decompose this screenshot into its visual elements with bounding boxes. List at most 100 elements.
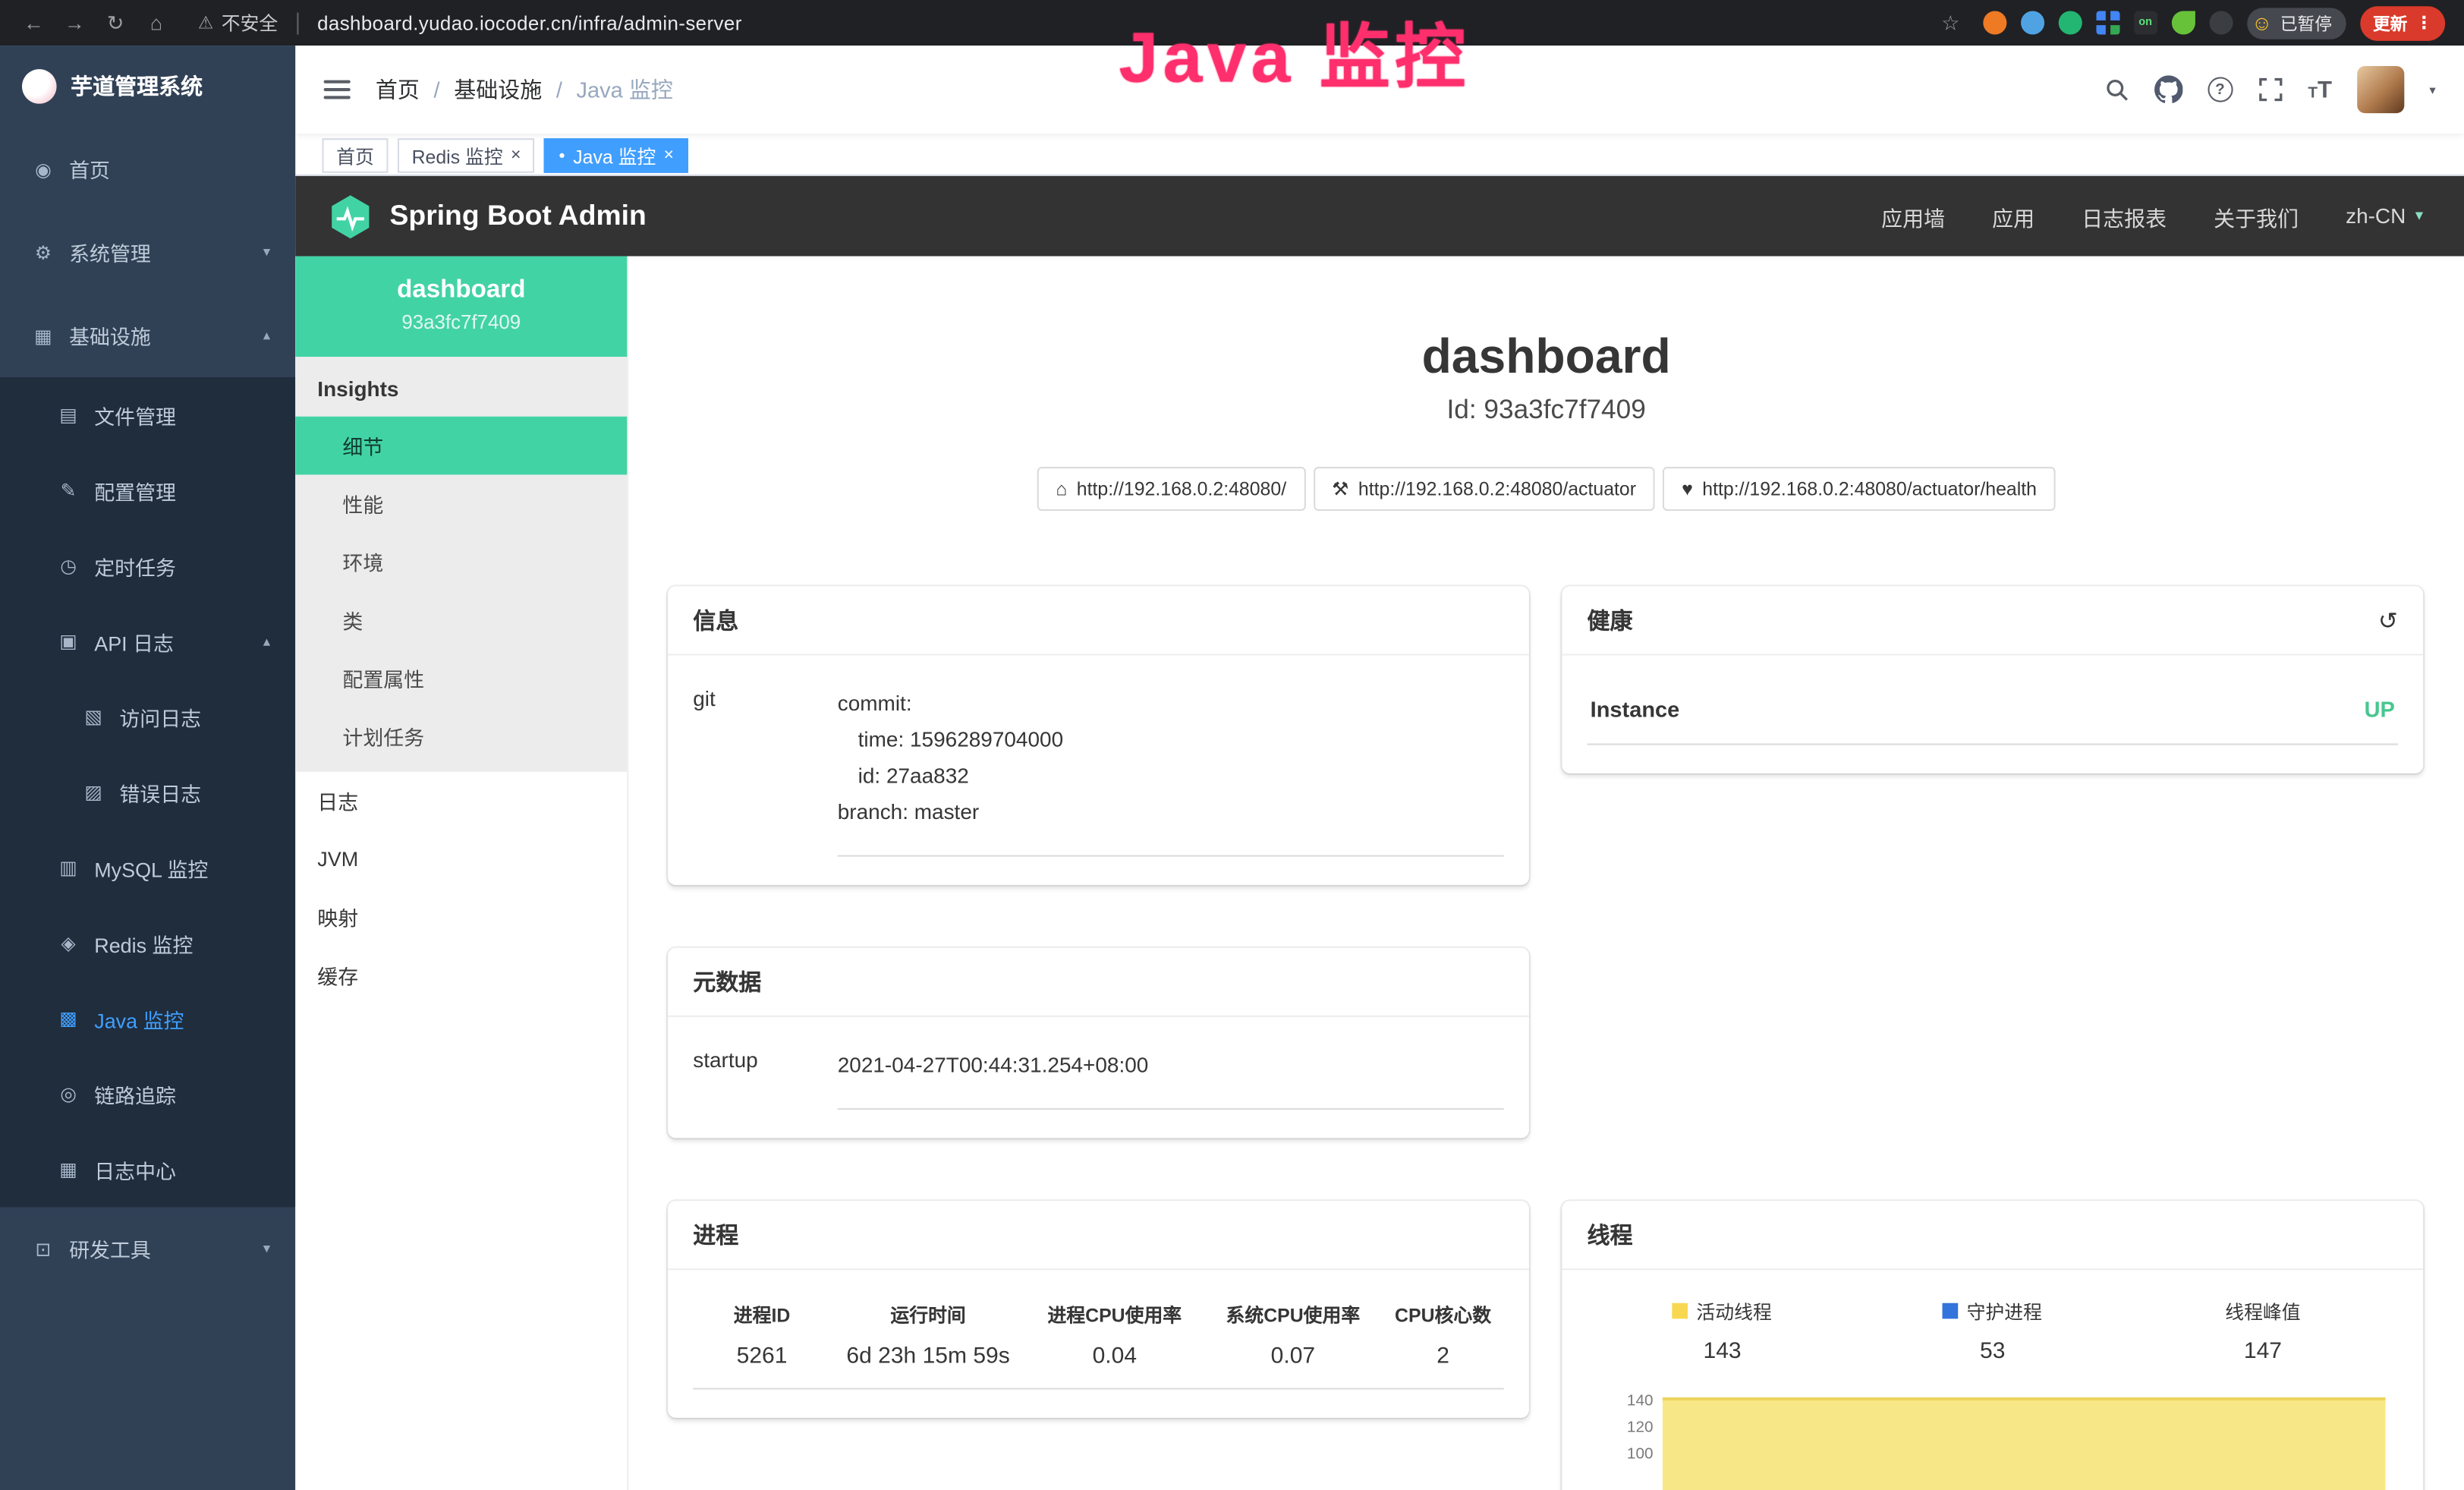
gear-icon: ⚙ bbox=[31, 241, 55, 263]
sidebar-item-redis-monitor[interactable]: ◈ Redis 监控 bbox=[0, 906, 295, 981]
sba-item-logs[interactable]: 日志 bbox=[295, 772, 627, 830]
edit-icon: ✎ bbox=[57, 480, 80, 502]
chevron-down-icon: ▾ bbox=[263, 1240, 270, 1258]
link-label: http://192.168.0.2:48080/actuator/health bbox=[1702, 478, 2037, 500]
bookmark-star-icon[interactable]: ☆ bbox=[1933, 10, 1969, 35]
menu-label: 链路追踪 bbox=[94, 1079, 176, 1109]
browser-home-icon[interactable]: ⌂ bbox=[138, 11, 175, 34]
sba-item-jvm[interactable]: JVM bbox=[295, 830, 627, 888]
card-header: 进程 bbox=[668, 1200, 1529, 1269]
paused-label: 已暂停 bbox=[2280, 10, 2332, 35]
hamburger-icon[interactable] bbox=[324, 80, 351, 99]
font-size-icon[interactable]: TT bbox=[2308, 76, 2332, 102]
back-icon[interactable]: ← bbox=[16, 11, 52, 34]
extension-icon[interactable] bbox=[2020, 11, 2044, 34]
sidebar-item-mysql-monitor[interactable]: ▥ MySQL 监控 bbox=[0, 830, 295, 905]
reload-icon[interactable]: ↻ bbox=[97, 10, 134, 35]
process-value: 0.07 bbox=[1204, 1331, 1382, 1388]
sba-item-config-props[interactable]: 配置属性 bbox=[295, 649, 627, 707]
extension-icon[interactable] bbox=[1983, 11, 2006, 34]
extension-icon[interactable]: on bbox=[2134, 11, 2157, 34]
history-icon[interactable]: ↺ bbox=[2378, 606, 2398, 634]
sba-instance-header[interactable]: dashboard 93a3fc7f7409 bbox=[295, 257, 627, 358]
tab-redis-monitor[interactable]: Redis 监控 × bbox=[398, 138, 535, 173]
close-icon[interactable]: × bbox=[511, 146, 521, 165]
breadcrumb-home[interactable]: 首页 bbox=[376, 74, 420, 105]
sidebar-item-log-center[interactable]: ▦ 日志中心 bbox=[0, 1132, 295, 1207]
sidebar-item-api-log[interactable]: ▣ API 日志 ▴ bbox=[0, 603, 295, 679]
info-key: git bbox=[693, 687, 838, 856]
chevron-down-icon[interactable]: ▾ bbox=[2429, 83, 2435, 97]
sidebar-item-java-monitor[interactable]: ▩ Java 监控 bbox=[0, 981, 295, 1056]
mysql-icon: ▥ bbox=[57, 857, 80, 879]
card-title: 信息 bbox=[693, 603, 738, 636]
menu-label: 基础设施 bbox=[69, 320, 151, 350]
extension-icon[interactable] bbox=[2096, 11, 2119, 34]
breadcrumb-infrastructure[interactable]: 基础设施 bbox=[454, 74, 542, 105]
sba-item-details[interactable]: 细节 bbox=[295, 417, 627, 475]
sba-nav-about[interactable]: 关于我们 bbox=[2214, 200, 2299, 232]
metadata-card: 元数据 startup 2021-04-27T00:44:31.254+08:0… bbox=[668, 947, 1529, 1137]
sidebar-item-system-manage[interactable]: ⚙ 系统管理 ▾ bbox=[0, 210, 295, 294]
actuator-url-link[interactable]: ⚒ http://192.168.0.2:48080/actuator bbox=[1313, 467, 1655, 511]
menu-label: 首页 bbox=[69, 154, 110, 184]
sba-nav-journal[interactable]: 日志报表 bbox=[2082, 200, 2167, 232]
forward-icon[interactable]: → bbox=[57, 11, 93, 34]
github-icon[interactable] bbox=[2154, 75, 2182, 103]
sidebar-item-scheduled-jobs[interactable]: ◷ 定时任务 bbox=[0, 528, 295, 603]
extension-icon[interactable] bbox=[2058, 11, 2082, 34]
menu-label: 配置管理 bbox=[94, 475, 176, 505]
address-url[interactable]: dashboard.yudao.iocoder.cn/infra/admin-s… bbox=[317, 12, 742, 34]
process-col-header: 进程ID bbox=[693, 1285, 831, 1331]
info-value: commit: time: 1596289704000 id: 27aa832 … bbox=[838, 687, 1504, 856]
menu-kebab-icon: ⋮ bbox=[2415, 13, 2433, 33]
info-row: git commit: time: 1596289704000 id: 27aa… bbox=[693, 665, 1504, 856]
sidebar-item-dev-tools[interactable]: ⊡ 研发工具 ▾ bbox=[0, 1207, 295, 1290]
sba-brand[interactable]: Spring Boot Admin bbox=[327, 193, 647, 240]
sba-item-caches[interactable]: 缓存 bbox=[295, 947, 627, 1005]
sba-nav-applications[interactable]: 应用 bbox=[1992, 200, 2034, 232]
help-icon[interactable]: ? bbox=[2208, 77, 2233, 102]
user-avatar[interactable] bbox=[2357, 66, 2404, 113]
sidebar-item-infrastructure[interactable]: ▦ 基础设施 ▴ bbox=[0, 294, 295, 377]
sidebar-item-file-manage[interactable]: ▤ 文件管理 bbox=[0, 377, 295, 452]
sidebar-item-config-manage[interactable]: ✎ 配置管理 bbox=[0, 452, 295, 528]
tab-java-monitor[interactable]: ● Java 监控 × bbox=[544, 138, 688, 173]
menu-label: 系统管理 bbox=[69, 238, 151, 267]
insights-label: Insights bbox=[295, 357, 627, 417]
sidebar-item-home[interactable]: ◉ 首页 bbox=[0, 128, 295, 211]
fullscreen-icon[interactable] bbox=[2258, 77, 2283, 102]
profile-sync-paused-chip[interactable]: ☺ 已暂停 bbox=[2247, 7, 2346, 38]
file-icon: ▤ bbox=[57, 404, 80, 426]
tab-home[interactable]: 首页 bbox=[323, 138, 389, 173]
process-col-header: CPU核心数 bbox=[1382, 1285, 1503, 1331]
sba-item-environment[interactable]: 环境 bbox=[295, 533, 627, 591]
update-button[interactable]: 更新 ⋮ bbox=[2360, 5, 2445, 40]
locale-selector[interactable]: zh-CN ▾ bbox=[2346, 204, 2423, 228]
process-card: 进程 进程ID 运行时间 进程CPU使用率 系统C bbox=[668, 1200, 1529, 1417]
sidebar-item-access-log[interactable]: ▧ 访问日志 bbox=[0, 679, 295, 754]
extension-icon[interactable] bbox=[2209, 11, 2233, 34]
sba-item-classes[interactable]: 类 bbox=[295, 591, 627, 650]
search-icon[interactable] bbox=[2104, 77, 2129, 102]
link-label: http://192.168.0.2:48080/ bbox=[1077, 478, 1286, 500]
java-monitor-icon: ▩ bbox=[57, 1007, 80, 1029]
sba-nav-wallboard[interactable]: 应用墙 bbox=[1881, 200, 1945, 232]
browser-actions: ☆ on ☺ 已暂停 更新 ⋮ bbox=[1933, 5, 2449, 40]
instance-id-subtitle: Id: 93a3fc7f7409 bbox=[628, 395, 2464, 426]
sba-nav: 应用墙 应用 日志报表 关于我们 zh-CN ▾ bbox=[1881, 200, 2423, 232]
process-value: 0.04 bbox=[1025, 1331, 1204, 1388]
sba-item-mappings[interactable]: 映射 bbox=[295, 888, 627, 947]
sidebar-menu: ◉ 首页 ⚙ 系统管理 ▾ ▦ 基础设施 ▴ ▤ 文件管理 bbox=[0, 128, 295, 1290]
sidebar-item-tracing[interactable]: ◎ 链路追踪 bbox=[0, 1057, 295, 1132]
health-url-link[interactable]: ♥ http://192.168.0.2:48080/actuator/heal… bbox=[1663, 467, 2056, 511]
sba-item-metrics[interactable]: 性能 bbox=[295, 474, 627, 533]
sba-item-scheduled-tasks[interactable]: 计划任务 bbox=[295, 707, 627, 766]
security-indicator[interactable]: ⚠ 不安全 bbox=[198, 9, 278, 36]
sidebar-item-error-log[interactable]: ▨ 错误日志 bbox=[0, 754, 295, 830]
extension-icon[interactable] bbox=[2171, 11, 2195, 34]
service-url-link[interactable]: ⌂ http://192.168.0.2:48080/ bbox=[1037, 467, 1304, 511]
close-icon[interactable]: × bbox=[664, 146, 674, 165]
link-label: http://192.168.0.2:48080/actuator bbox=[1358, 478, 1636, 500]
sba-body: dashboard 93a3fc7f7409 Insights 细节 性能 环境… bbox=[295, 257, 2464, 1490]
